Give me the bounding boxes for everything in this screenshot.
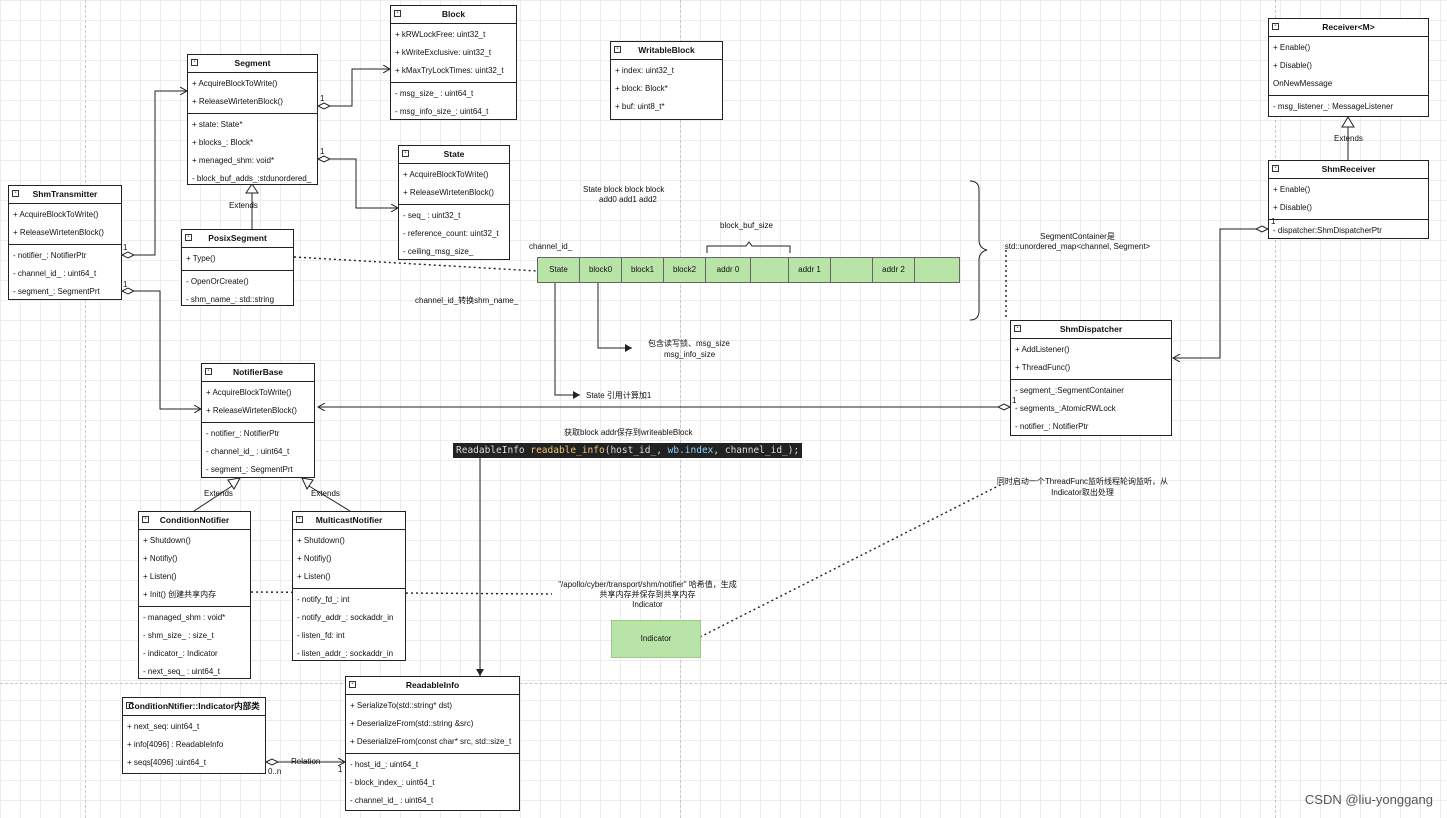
note-segment-container-type: std::unordered_map<channel, Segment> [1004,242,1151,251]
memory-cell-empty [831,258,873,282]
diamond [996,403,1012,411]
note-threadfunc-indicator: Indicator取出处理 [1051,488,1114,497]
code-snippet: ReadableInfo readable_info(host_id_, wb.… [453,443,803,458]
multiplicity-label: 1 [1271,217,1276,226]
aggregation-segment-block [318,69,390,107]
note-state-block: State block block block [583,185,665,194]
class-writable-block[interactable]: - WritableBlock + index: uint32_t + block… [610,41,723,120]
class-notifier-base[interactable]: - NotifierBase + AcquireBlockToWrite() + … [201,363,315,478]
multiplicity-label: 0..n [268,767,282,776]
arrow-block-rwlock [597,283,632,352]
note-state-block-addrs: add0 add1 add2 [599,195,657,204]
class-segment[interactable]: - Segment + AcquireBlockToWrite() + Relea… [187,54,318,185]
multiplicity-label: 1 [1012,396,1017,405]
extends-label: Extends [311,489,340,498]
diamond [1254,225,1270,233]
class-block[interactable]: - Block + kRWLockFree: uint32_t + kWriteE… [390,5,517,120]
relation-label: Relation [291,757,321,766]
memory-cell-addr1: addr 1 [789,258,831,282]
note-channel-id: channel_id_ [529,242,573,251]
note-channel-to-shm: channel_id_转换shm_name_ [415,296,519,305]
multiplicity-label: 1 [338,765,343,774]
aggregation-segment-state [318,158,398,208]
multiplicity-label: 1 [123,280,128,289]
note-hash-shm: 共享内存并保存到共享内存 [599,590,696,599]
watermark: CSDN @liu-yonggang [1304,792,1433,807]
extends-label: Extends [229,201,258,210]
extends-label: Extends [1334,134,1363,143]
diamond [264,758,280,766]
dotted-indicator-to-threadfunc [699,483,1003,638]
class-receiver[interactable]: - Receiver<M> + Enable() + Disable() OnNe… [1268,18,1429,117]
brace-block-buf-size [706,241,791,253]
note-block-buf-size: block_buf_size [720,221,773,230]
aggregation-receiver-dispatcher [1173,228,1268,358]
page-guide [0,683,1447,684]
memory-layout-bar: State block0 block1 block2 addr 0 addr 1… [537,257,960,283]
class-shm-receiver[interactable]: - ShmReceiver + Enable() + Disable() - di… [1268,160,1429,239]
class-state[interactable]: - State + AcquireBlockToWrite() + Release… [398,145,510,260]
indicator-box: Indicator [611,620,701,658]
multiplicity-label: 1 [320,147,325,156]
page-guide [1275,0,1276,818]
memory-cell-block2: block2 [664,258,706,282]
memory-cell-empty [751,258,789,282]
note-threadfunc: 同时启动一个ThreadFunc监听线程轮询监听，从 [996,477,1169,486]
extends-triangle [1341,116,1355,128]
class-shm-dispatcher[interactable]: - ShmDispatcher + AddListener() + ThreadF… [1010,320,1172,436]
note-hash-indicator: Indicator [632,600,663,609]
memory-cell-addr0: addr 0 [706,258,751,282]
memory-cell-block1: block1 [622,258,664,282]
class-condition-notifier[interactable]: - ConditionNotifier + Shutdown() + Notifi… [138,511,251,679]
memory-cell-block0: block0 [580,258,622,282]
class-indicator-inner[interactable]: - ConditionNtifier::Indicator内部类 + next_s… [122,697,266,774]
multiplicity-label: 1 [123,243,128,252]
extends-label: Extends [204,489,233,498]
memory-cell-state: State [538,258,580,282]
arrow-state-refcount [554,283,580,399]
note-hash: "/apollo/cyber/transport/shm/notifier" 哈… [558,580,737,589]
aggregation-transmitter-segment [122,91,187,256]
note-msg-info-size: msg_info_size [664,350,716,359]
brace-segment-container [969,180,988,321]
note-rw-lock: 包含读写锁、msg_size [648,339,730,348]
multiplicity-label: 1 [320,94,325,103]
class-shm-transmitter[interactable]: - ShmTransmitter + AcquireBlockToWrite() … [8,185,122,300]
note-segment-container: SegmentContainer是 [1040,232,1115,241]
page-guide [680,0,681,818]
class-posix-segment[interactable]: - PosixSegment + Type() - OpenOrCreate() … [181,229,294,306]
memory-cell-empty [915,258,959,282]
page-guide [85,0,86,818]
class-readable-info[interactable]: - ReadableInfo + SerializeTo(std::string*… [345,676,520,811]
note-get-block-addr: 获取block addr保存到writeableBlock [564,428,693,437]
memory-cell-addr2: addr 2 [873,258,915,282]
note-state-refcount: State 引用计算加1 [586,391,652,400]
class-multicast-notifier[interactable]: - MulticastNotifier + Shutdown() + Notifi… [292,511,406,661]
